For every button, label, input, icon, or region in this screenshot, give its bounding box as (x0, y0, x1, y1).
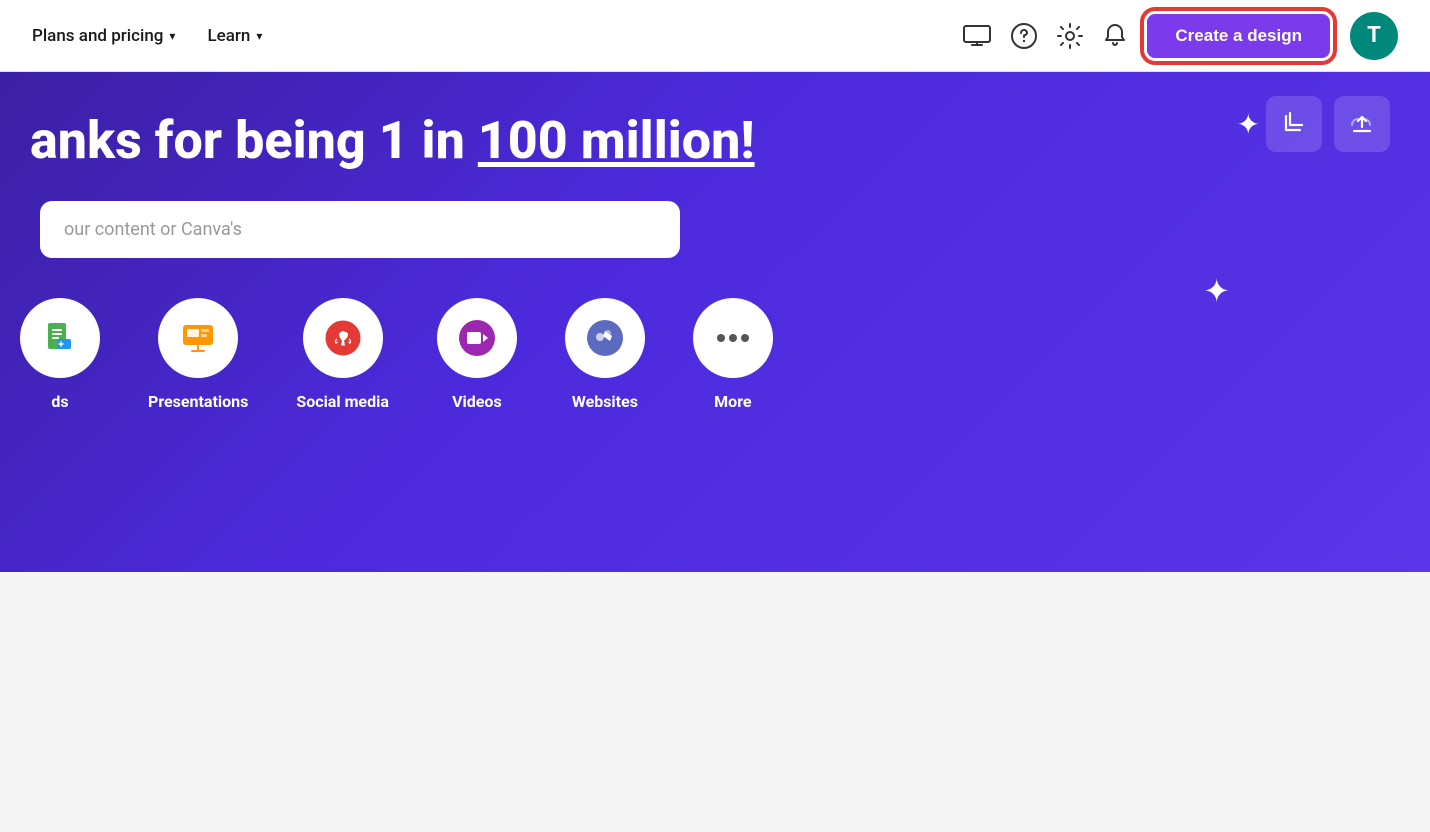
presentations-icon (158, 298, 238, 378)
hero-banner: ✦ ✦ anks for being 1 in 100 million! our… (0, 72, 1430, 572)
websites-icon (565, 298, 645, 378)
help-icon[interactable] (1011, 23, 1037, 49)
notification-icon[interactable] (1103, 23, 1127, 49)
category-item-websites[interactable]: Websites (565, 298, 645, 411)
monitor-icon[interactable] (963, 25, 991, 47)
search-placeholder: our content or Canva's (64, 219, 242, 240)
learn-label: Learn (207, 26, 250, 46)
sparkle-large-icon: ✦ (1237, 108, 1260, 141)
more-icon (693, 298, 773, 378)
avatar[interactable]: T (1350, 12, 1398, 60)
presentations-label: Presentations (148, 392, 248, 411)
create-design-button[interactable]: Create a design (1147, 14, 1330, 58)
plans-pricing-menu[interactable]: Plans and pricing ▾ (32, 26, 175, 46)
videos-icon (437, 298, 517, 378)
social-icon (303, 298, 383, 378)
category-item-presentations[interactable]: Presentations (148, 298, 248, 411)
category-item-docs[interactable]: ds (20, 298, 100, 411)
category-item-more[interactable]: More (693, 298, 773, 411)
category-item-social-media[interactable]: Social media (296, 298, 389, 411)
hero-highlight: 100 million! (478, 110, 755, 171)
hero-title-text: anks for being 1 in 100 million! (30, 110, 755, 171)
category-item-videos[interactable]: Videos (437, 298, 517, 411)
categories-row: ds Presentations (0, 298, 1430, 411)
hero-actions (1266, 96, 1390, 152)
plans-pricing-label: Plans and pricing (32, 26, 163, 46)
docs-icon (20, 298, 100, 378)
websites-label: Websites (572, 392, 638, 411)
learn-chevron-icon: ▾ (256, 29, 262, 43)
settings-icon[interactable] (1057, 23, 1083, 49)
more-label: More (714, 392, 751, 411)
social-media-label: Social media (296, 392, 389, 411)
navbar: Plans and pricing ▾ Learn ▾ (0, 0, 1430, 72)
docs-label: ds (51, 392, 68, 411)
learn-menu[interactable]: Learn ▾ (207, 26, 262, 46)
upload-cloud-button[interactable] (1334, 96, 1390, 152)
nav-left: Plans and pricing ▾ Learn ▾ (32, 26, 262, 46)
nav-right: Create a design T (963, 12, 1398, 60)
plans-chevron-icon: ▾ (169, 29, 175, 43)
crop-icon-button[interactable] (1266, 96, 1322, 152)
hero-title: anks for being 1 in 100 million! (10, 112, 1410, 169)
videos-label: Videos (452, 392, 502, 411)
search-bar[interactable]: our content or Canva's (40, 201, 680, 258)
sparkle-small-icon: ✦ (1203, 272, 1230, 310)
